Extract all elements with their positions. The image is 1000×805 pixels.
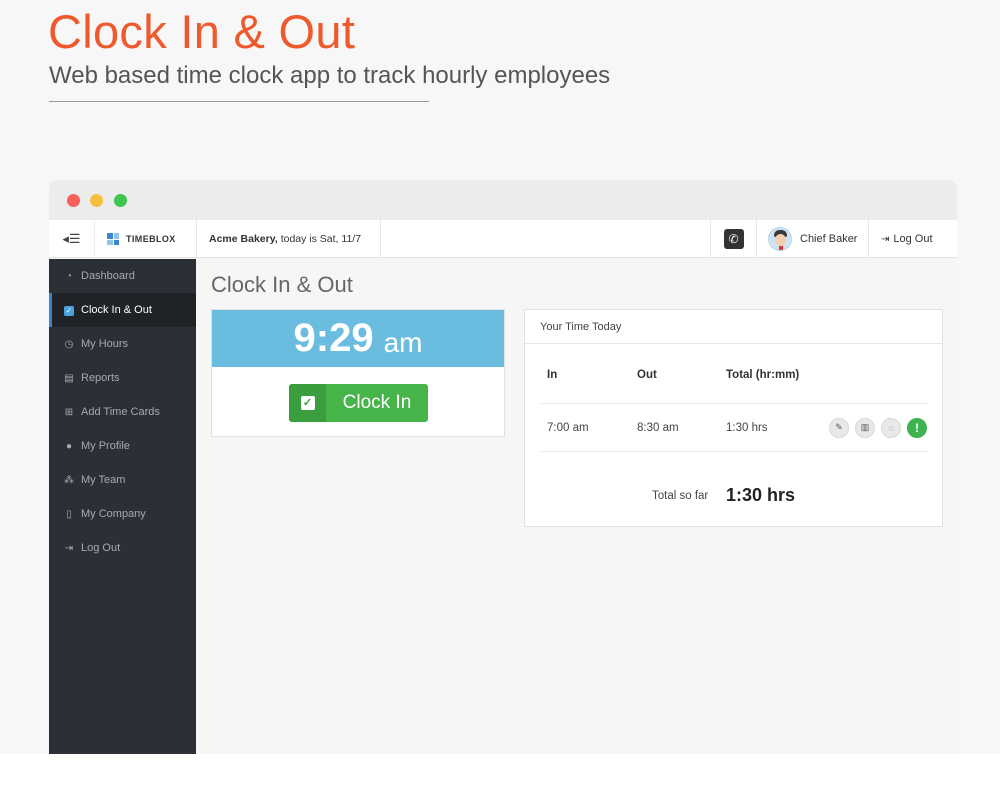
row-actions: ✎ ▥ ◌ !: [829, 417, 927, 438]
sidebar-item-label: Clock In & Out: [81, 304, 152, 316]
reports-icon: ▤: [64, 372, 74, 384]
plus-square-icon: ⊞: [64, 406, 74, 418]
clock-ampm: am: [383, 326, 423, 358]
clock-card: 9:29 am ✓ Clock In: [211, 309, 505, 437]
logout-label: Log Out: [893, 233, 933, 245]
row-out-time: 8:30 am: [637, 421, 679, 434]
date-text: today is Sat, 11/7: [280, 233, 362, 245]
sign-out-icon: ⇥: [881, 233, 890, 245]
sidebar-item-clock-in-out[interactable]: ✓ Clock In & Out: [49, 293, 196, 327]
sidebar-item-label: Dashboard: [81, 270, 135, 282]
company-name: Acme Bakery,: [209, 233, 278, 245]
column-in: In: [547, 368, 558, 381]
time-today-header: Your Time Today: [525, 310, 942, 344]
logo-text: TIMEBLOX: [126, 234, 176, 244]
time-today-card: Your Time Today In Out Total (hr:mm) 7:0…: [524, 309, 943, 527]
sidebar-item-my-hours[interactable]: ◷ My Hours: [49, 327, 196, 361]
sign-out-icon: ⇥: [64, 542, 74, 554]
sidebar-item-label: My Hours: [81, 338, 129, 350]
total-label: Total so far: [652, 490, 709, 502]
phone-icon: ✆: [723, 229, 744, 249]
sidebar-item-label: Log Out: [81, 542, 121, 554]
comment-icon[interactable]: ◌: [881, 417, 901, 438]
check-square-icon: ✓: [300, 396, 315, 410]
dashboard-icon: ◔: [65, 270, 73, 282]
clock-display: 9:29 am: [212, 310, 504, 367]
main-content: Clock In & Out 9:29 am ✓ Clock In Your T…: [196, 259, 957, 754]
total-value: 1:30 hrs: [726, 485, 796, 505]
sidebar-item-reports[interactable]: ▤ Reports: [49, 361, 196, 395]
sidebar-item-my-team[interactable]: ⁂ My Team: [49, 463, 196, 497]
total-summary: Total so far 1:30 hrs: [541, 476, 927, 516]
table-header-row: In Out Total (hr:mm): [541, 346, 927, 404]
avatar: [768, 227, 792, 251]
sidebar-item-label: My Company: [81, 508, 146, 520]
sidebar-item-label: My Profile: [81, 440, 130, 452]
menu-collapse-icon: ◂☰: [62, 231, 81, 246]
sidebar-toggle-button[interactable]: ◂☰: [49, 220, 95, 258]
sidebar-item-dashboard[interactable]: ◔ Dashboard: [49, 259, 196, 293]
hero-title: Clock In & Out: [48, 5, 356, 58]
close-window-button[interactable]: [67, 194, 80, 207]
table-row: 7:00 am 8:30 am 1:30 hrs ✎ ▥ ◌ !: [541, 404, 927, 452]
browser-window: ◂☰ TIMEBLOX Acme Bakery, today is Sat, 1…: [49, 180, 957, 754]
trash-icon[interactable]: ▥: [855, 417, 875, 438]
clock-in-button[interactable]: ✓ Clock In: [289, 384, 428, 422]
sidebar-item-my-company[interactable]: ▯ My Company: [49, 497, 196, 531]
sidebar-item-label: My Team: [81, 474, 126, 486]
exclamation-icon[interactable]: !: [907, 417, 927, 438]
phone-button[interactable]: ✆: [710, 220, 756, 258]
row-in-time: 7:00 am: [547, 421, 589, 434]
sidebar-item-my-profile[interactable]: ● My Profile: [49, 429, 196, 463]
window-titlebar: [49, 180, 957, 220]
hero-divider: [49, 101, 429, 102]
topbar-logout-button[interactable]: ⇥ Log Out: [868, 220, 957, 258]
edit-icon[interactable]: ✎: [829, 417, 849, 438]
page-title: Clock In & Out: [211, 272, 353, 297]
hero-subtitle: Web based time clock app to track hourly…: [49, 62, 611, 89]
sidebar-item-label: Add Time Cards: [81, 406, 160, 418]
row-total: 1:30 hrs: [726, 421, 768, 434]
user-icon: ●: [65, 440, 73, 452]
clock-time: 9:29: [293, 316, 374, 360]
sidebar-item-label: Reports: [81, 372, 120, 384]
sidebar: ◔ Dashboard ✓ Clock In & Out ◷ My Hours ▤ Repor…: [49, 259, 196, 754]
timeblox-logo-icon: [107, 233, 119, 245]
building-icon: ▯: [66, 508, 72, 520]
column-total: Total (hr:mm): [726, 368, 800, 381]
maximize-window-button[interactable]: [114, 194, 127, 207]
user-name: Chief Baker: [800, 233, 858, 245]
clock-icon: ◷: [64, 338, 74, 350]
sidebar-item-add-time-cards[interactable]: ⊞ Add Time Cards: [49, 395, 196, 429]
sitemap-icon: ⁂: [64, 474, 74, 486]
sidebar-item-log-out[interactable]: ⇥ Log Out: [49, 531, 196, 565]
column-out: Out: [637, 368, 657, 381]
user-menu[interactable]: Chief Baker: [756, 220, 868, 258]
minimize-window-button[interactable]: [90, 194, 103, 207]
time-table: In Out Total (hr:mm) 7:00 am 8:30 am 1:3…: [541, 346, 927, 505]
company-date-info: Acme Bakery, today is Sat, 11/7: [197, 220, 381, 258]
clock-in-label: Clock In: [342, 392, 412, 413]
app-logo[interactable]: TIMEBLOX: [95, 220, 197, 258]
app-topbar: ◂☰ TIMEBLOX Acme Bakery, today is Sat, 1…: [49, 220, 957, 258]
bottom-band: [0, 754, 1000, 805]
checkbox-icon: ✓: [64, 305, 74, 316]
